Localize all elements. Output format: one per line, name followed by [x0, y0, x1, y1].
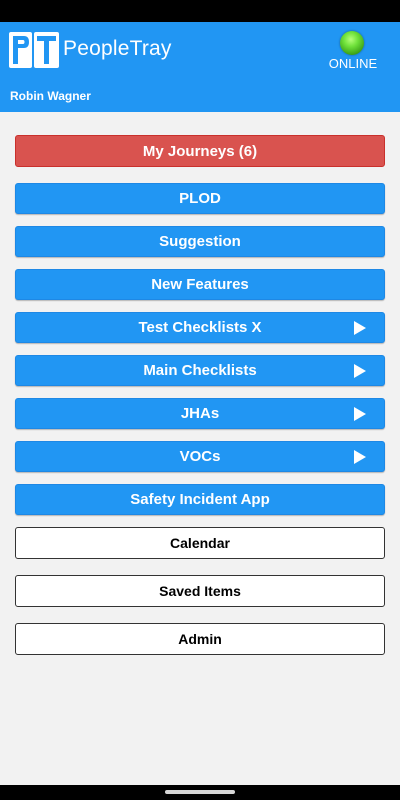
my-journeys-label: My Journeys (6) — [142, 142, 258, 160]
jhas-button[interactable]: JHAs — [15, 398, 385, 429]
status-bar — [0, 0, 400, 22]
main-checklists-button[interactable]: Main Checklists — [15, 355, 385, 386]
peopletray-logo — [9, 32, 59, 68]
plod-label: PLOD — [179, 190, 221, 207]
suggestion-button[interactable]: Suggestion — [15, 226, 385, 257]
play-arrow-icon — [354, 449, 366, 464]
new-features-label: New Features — [151, 276, 249, 293]
play-arrow-icon — [354, 406, 366, 421]
saved-items-label: Saved Items — [159, 583, 241, 599]
play-arrow-icon — [354, 320, 366, 335]
app-title: PeopleTray — [63, 37, 172, 60]
main-checklists-label: Main Checklists — [143, 362, 257, 379]
saved-items-button[interactable]: Saved Items — [15, 575, 385, 607]
calendar-label: Calendar — [170, 535, 230, 551]
plod-button[interactable]: PLOD — [15, 183, 385, 214]
admin-button[interactable]: Admin — [15, 623, 385, 655]
online-status-label: ONLINE — [328, 56, 378, 71]
jhas-label: JHAs — [180, 405, 220, 422]
my-journeys-button[interactable]: My Journeys (6) — [15, 135, 385, 167]
main-menu: My Journeys (6) PLOD Suggestion New Feat… — [15, 135, 385, 671]
safety-incident-app-label: Safety Incident App — [130, 491, 270, 508]
calendar-button[interactable]: Calendar — [15, 527, 385, 559]
vocs-button[interactable]: VOCs — [15, 441, 385, 472]
admin-label: Admin — [178, 631, 222, 647]
app-header: PeopleTray ONLINE Robin Wagner — [0, 22, 400, 112]
online-status-indicator-icon — [340, 31, 364, 55]
play-arrow-icon — [354, 363, 366, 378]
test-checklists-label: Test Checklists X — [138, 319, 262, 336]
safety-incident-app-button[interactable]: Safety Incident App — [15, 484, 385, 515]
home-indicator[interactable] — [165, 790, 235, 794]
test-checklists-button[interactable]: Test Checklists X — [15, 312, 385, 343]
new-features-button[interactable]: New Features — [15, 269, 385, 300]
suggestion-label: Suggestion — [159, 233, 241, 250]
vocs-label: VOCs — [179, 448, 221, 465]
system-nav-bar — [0, 785, 400, 800]
user-name: Robin Wagner — [10, 89, 91, 103]
